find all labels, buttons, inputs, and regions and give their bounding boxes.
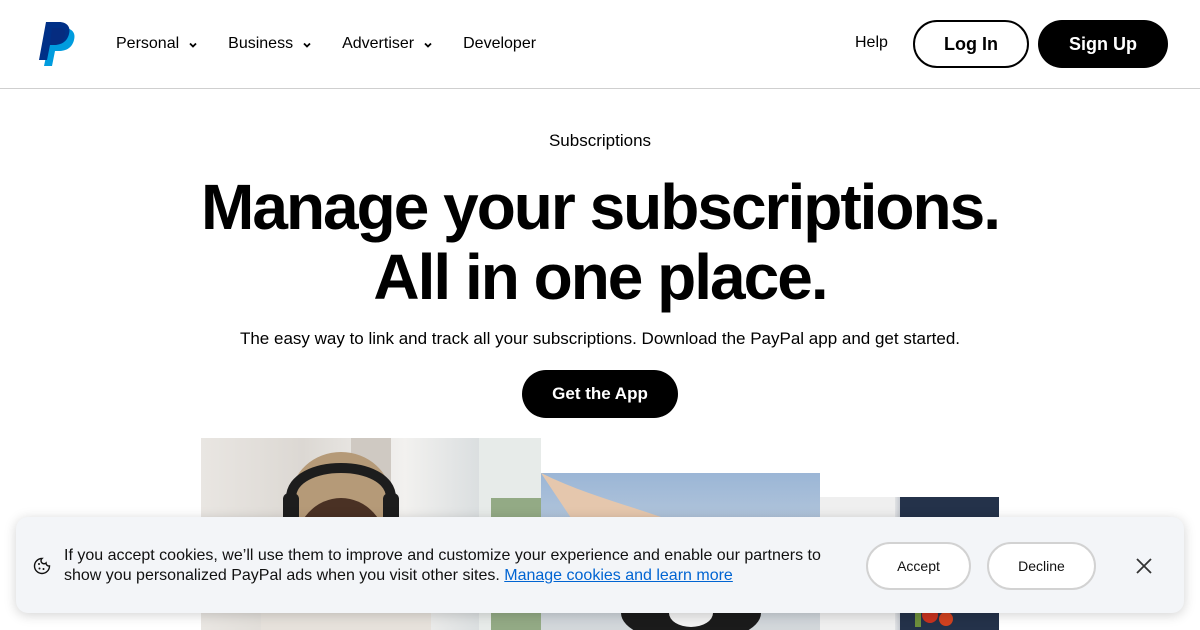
login-button[interactable]: Log In [913,20,1029,68]
nav-business[interactable]: Business [228,35,313,53]
nav-advertiser[interactable]: Advertiser [342,35,434,53]
manage-cookies-link[interactable]: Manage cookies and learn more [504,567,733,584]
nav-advertiser-label: Advertiser [342,35,415,52]
signup-button[interactable]: Sign Up [1038,20,1168,68]
hero-headline-line2: All in one place. [373,241,828,313]
cookie-banner: If you accept cookies, we’ll use them to… [16,517,1184,613]
nav-personal-label: Personal [116,35,180,52]
nav-business-label: Business [228,35,294,52]
chevron-down-icon [187,38,199,50]
site-header: Personal Business Advertiser Developer H… [0,0,1200,89]
cookie-message: If you accept cookies, we’ll use them to… [64,546,824,586]
hero-eyebrow: Subscriptions [548,131,652,150]
cookie-icon [33,557,51,575]
accept-cookies-button[interactable]: Accept [866,542,971,590]
nav-developer-label: Developer [463,35,537,52]
main-nav: Personal Business Advertiser Developer [116,0,565,88]
hero-headline-line1: Manage your subscriptions. [201,171,1001,243]
chevron-down-icon [422,38,434,50]
get-app-button[interactable]: Get the App [522,370,678,418]
help-link[interactable]: Help [855,34,888,52]
hero-headline: Manage your subscriptions. All in one pl… [0,172,1200,312]
hero-subtext: The easy way to link and track all your … [239,329,961,348]
decline-cookies-button[interactable]: Decline [987,542,1096,590]
chevron-down-icon [301,38,313,50]
close-icon[interactable] [1134,556,1154,576]
nav-developer[interactable]: Developer [463,35,536,53]
nav-personal[interactable]: Personal [116,35,199,53]
paypal-logo-icon[interactable] [38,22,78,68]
